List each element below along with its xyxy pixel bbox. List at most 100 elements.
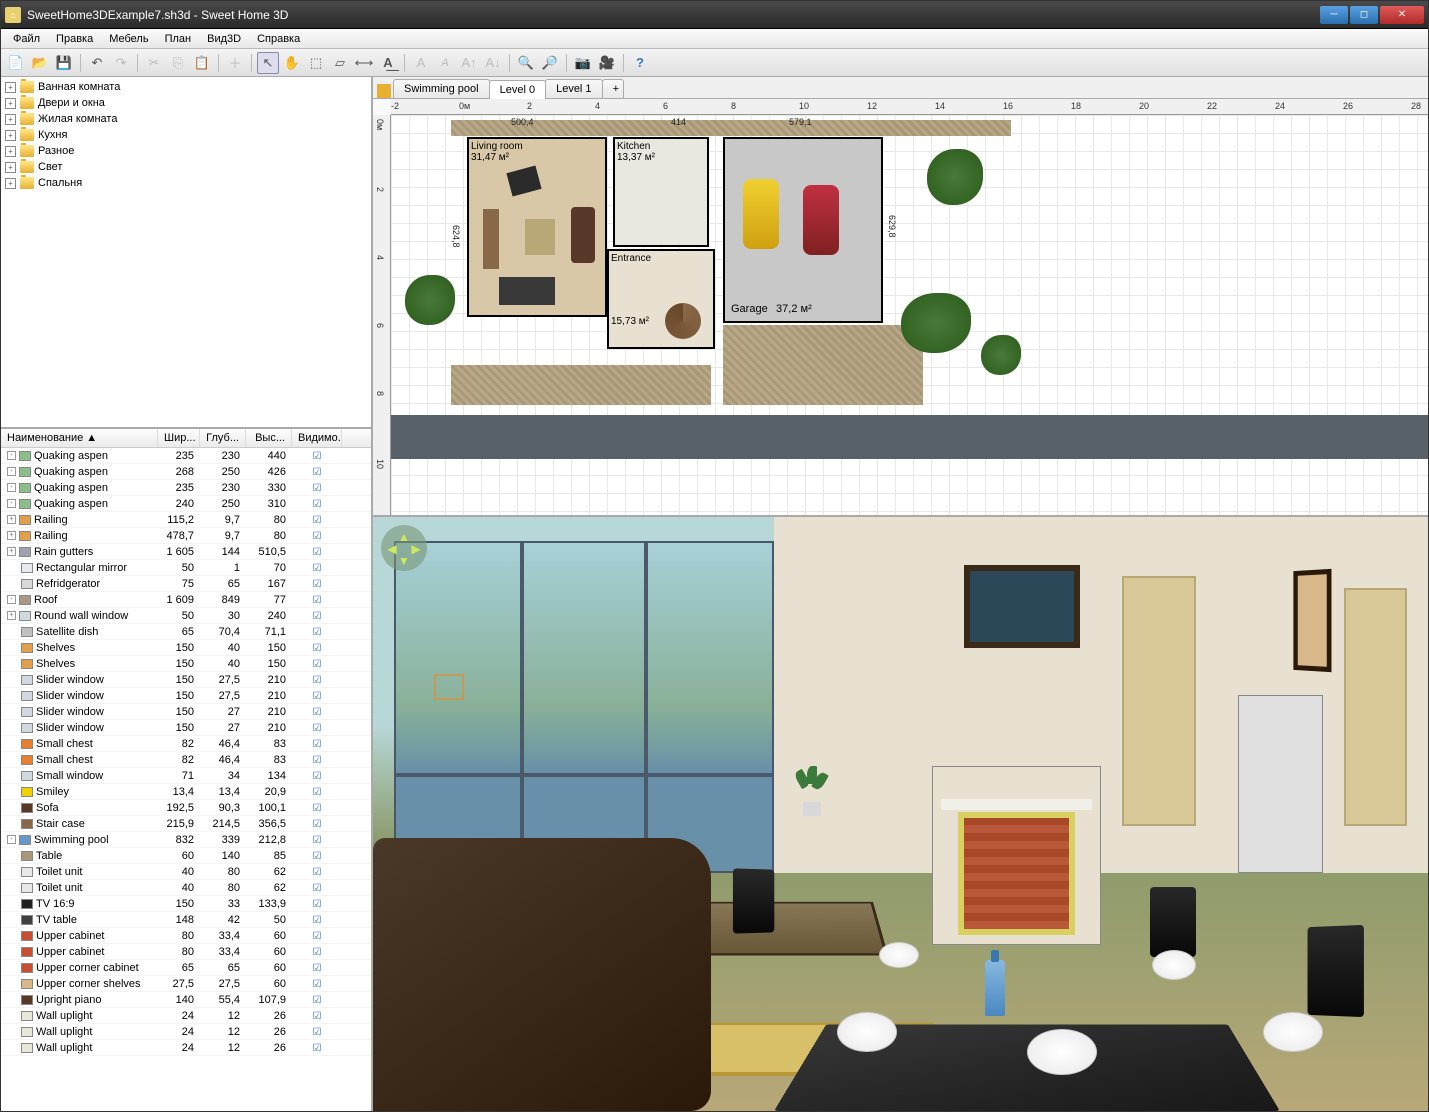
furniture-row[interactable]: Slider window15027210☑	[1, 704, 371, 720]
nav-widget[interactable]: ▲ ◀▶ ▼	[381, 525, 427, 571]
visible-checkbox[interactable]: ☑	[313, 659, 322, 670]
save-icon[interactable]: 💾	[53, 52, 75, 74]
expand-icon[interactable]: +	[5, 178, 16, 189]
open-icon[interactable]: 📂	[29, 52, 51, 74]
visible-checkbox[interactable]: ☑	[313, 451, 322, 462]
copy-icon[interactable]: ⎘	[167, 52, 189, 74]
add-level-button[interactable]: +	[602, 79, 624, 98]
expand-icon[interactable]: -	[7, 467, 16, 476]
furniture-coffee-table[interactable]	[525, 219, 555, 255]
furniture-row[interactable]: TV table1484250☑	[1, 912, 371, 928]
furniture-dining[interactable]	[499, 277, 555, 305]
room-tool-icon[interactable]: ▱	[329, 52, 351, 74]
catalog-item[interactable]: +Двери и окна	[3, 95, 369, 111]
add-furniture-icon[interactable]: ＋	[224, 52, 246, 74]
camera-icon[interactable]: 📷	[572, 52, 594, 74]
furniture-list[interactable]: Наименование ▲ Шир... Глуб... Выс... Вид…	[1, 429, 371, 1111]
text-bold-icon[interactable]: A	[410, 52, 432, 74]
room-garage[interactable]: Garage 37,2 м²	[723, 137, 883, 323]
expand-icon[interactable]: +	[5, 98, 16, 109]
furniture-row[interactable]: Small window7134134☑	[1, 768, 371, 784]
paste-icon[interactable]: 📋	[191, 52, 213, 74]
visible-checkbox[interactable]: ☑	[313, 1027, 322, 1038]
plan-tab[interactable]: Level 1	[545, 79, 602, 98]
furniture-row[interactable]: Upper corner cabinet656560☑	[1, 960, 371, 976]
furniture-row[interactable]: +Round wall window5030240☑	[1, 608, 371, 624]
plan-view[interactable]: -20м246810121416182022242628 0м246810 Li…	[373, 99, 1428, 517]
visible-checkbox[interactable]: ☑	[313, 883, 322, 894]
close-button[interactable]: ✕	[1380, 6, 1424, 24]
furniture-row[interactable]: -Roof1 60984977☑	[1, 592, 371, 608]
menu-мебель[interactable]: Мебель	[101, 31, 156, 47]
cut-icon[interactable]: ✂	[143, 52, 165, 74]
visible-checkbox[interactable]: ☑	[313, 899, 322, 910]
text-size-up-icon[interactable]: A↑	[458, 52, 480, 74]
nav-up-icon[interactable]: ▲	[398, 530, 410, 542]
furniture-row[interactable]: Sofa192,590,3100,1☑	[1, 800, 371, 816]
visible-checkbox[interactable]: ☑	[313, 579, 322, 590]
visible-checkbox[interactable]: ☑	[313, 515, 322, 526]
expand-icon[interactable]: +	[5, 146, 16, 157]
visible-checkbox[interactable]: ☑	[313, 979, 322, 990]
visible-checkbox[interactable]: ☑	[313, 691, 322, 702]
visible-checkbox[interactable]: ☑	[313, 803, 322, 814]
furniture-row[interactable]: Toilet unit408062☑	[1, 880, 371, 896]
expand-icon[interactable]: -	[7, 595, 16, 604]
visible-checkbox[interactable]: ☑	[313, 819, 322, 830]
catalog-item[interactable]: +Жилая комната	[3, 111, 369, 127]
furniture-tv[interactable]	[506, 166, 541, 197]
tree-icon[interactable]	[901, 293, 971, 353]
catalog-item[interactable]: +Кухня	[3, 127, 369, 143]
visible-checkbox[interactable]: ☑	[313, 739, 322, 750]
visible-checkbox[interactable]: ☑	[313, 483, 322, 494]
car-red[interactable]	[803, 185, 839, 255]
furniture-row[interactable]: -Quaking aspen268250426☑	[1, 464, 371, 480]
visible-checkbox[interactable]: ☑	[313, 851, 322, 862]
furniture-row[interactable]: +Rain gutters1 605144510,5☑	[1, 544, 371, 560]
catalog-item[interactable]: +Разное	[3, 143, 369, 159]
furniture-row[interactable]: -Quaking aspen235230330☑	[1, 480, 371, 496]
furniture-row[interactable]: Satellite dish6570,471,1☑	[1, 624, 371, 640]
menu-справка[interactable]: Справка	[249, 31, 308, 47]
col-visible[interactable]: Видимо...	[292, 429, 342, 447]
catalog-item[interactable]: +Свет	[3, 159, 369, 175]
tree-icon[interactable]	[405, 275, 455, 325]
furniture-row[interactable]: Upper cabinet8033,460☑	[1, 928, 371, 944]
furniture-shelf[interactable]	[483, 209, 499, 269]
catalog-item[interactable]: +Спальня	[3, 175, 369, 191]
col-height[interactable]: Выс...	[246, 429, 292, 447]
wall-tool-icon[interactable]: ⬚	[305, 52, 327, 74]
col-depth[interactable]: Глуб...	[200, 429, 246, 447]
visible-checkbox[interactable]: ☑	[313, 499, 322, 510]
furniture-row[interactable]: Shelves15040150☑	[1, 656, 371, 672]
catalog-item[interactable]: +Ванная комната	[3, 79, 369, 95]
car-yellow[interactable]	[743, 179, 779, 249]
visible-checkbox[interactable]: ☑	[313, 675, 322, 686]
visible-checkbox[interactable]: ☑	[313, 931, 322, 942]
expand-icon[interactable]: -	[7, 499, 16, 508]
visible-checkbox[interactable]: ☑	[313, 643, 322, 654]
new-icon[interactable]: 📄	[5, 52, 27, 74]
dimension-tool-icon[interactable]: ⟷	[353, 52, 375, 74]
staircase-icon[interactable]	[665, 303, 701, 339]
nav-left-icon[interactable]: ◀	[386, 542, 398, 554]
furniture-row[interactable]: Wall uplight241226☑	[1, 1008, 371, 1024]
furniture-row[interactable]: Table6014085☑	[1, 848, 371, 864]
furniture-row[interactable]: Toilet unit408062☑	[1, 864, 371, 880]
furniture-sofa[interactable]	[571, 207, 595, 263]
furniture-row[interactable]: +Railing478,79,780☑	[1, 528, 371, 544]
zoom-out-icon[interactable]: 🔎	[539, 52, 561, 74]
visible-checkbox[interactable]: ☑	[313, 531, 322, 542]
redo-icon[interactable]: ↷	[110, 52, 132, 74]
furniture-row[interactable]: Slider window15027,5210☑	[1, 688, 371, 704]
zoom-in-icon[interactable]: 🔍	[515, 52, 537, 74]
menu-вид3d[interactable]: Вид3D	[199, 31, 249, 47]
furniture-row[interactable]: Wall uplight241226☑	[1, 1024, 371, 1040]
visible-checkbox[interactable]: ☑	[313, 787, 322, 798]
col-width[interactable]: Шир...	[158, 429, 200, 447]
visible-checkbox[interactable]: ☑	[313, 963, 322, 974]
visible-checkbox[interactable]: ☑	[313, 947, 322, 958]
visible-checkbox[interactable]: ☑	[313, 627, 322, 638]
expand-icon[interactable]: +	[5, 162, 16, 173]
furniture-row[interactable]: Wall uplight241226☑	[1, 1040, 371, 1056]
